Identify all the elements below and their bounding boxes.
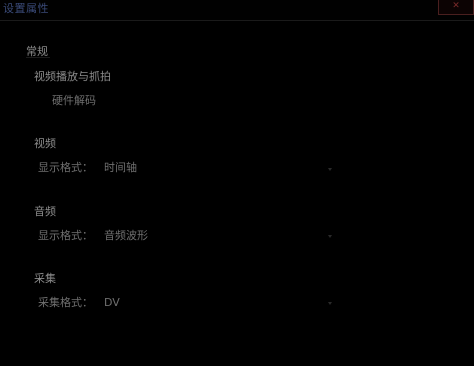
chevron-down-icon[interactable] — [328, 168, 332, 171]
video-display-format-select[interactable]: 显示格式： 时间轴 — [38, 160, 336, 176]
section-title-audio: 音频 — [34, 205, 56, 218]
record-format-value: DV — [104, 296, 120, 309]
chevron-down-icon[interactable] — [328, 235, 332, 238]
section-title-video-snapshot: 视频播放与抓拍 — [34, 70, 111, 83]
record-format-select[interactable]: 采集格式： DV — [38, 295, 336, 311]
close-icon: ✕ — [452, 1, 460, 11]
audio-display-format-select[interactable]: 显示格式： 音频波形 — [38, 228, 336, 244]
section-title-video: 视频 — [34, 137, 56, 150]
video-display-format-label: 显示格式： — [38, 161, 93, 174]
audio-display-format-label: 显示格式： — [38, 229, 93, 242]
video-display-format-value: 时间轴 — [104, 161, 137, 174]
close-button[interactable]: ✕ — [438, 0, 474, 15]
title-bar: 设置属性 ✕ — [0, 0, 474, 21]
window-title: 设置属性 — [3, 2, 49, 15]
hardware-decode-option[interactable]: 硬件解码 — [52, 94, 96, 108]
audio-display-format-value: 音频波形 — [104, 229, 148, 242]
chevron-down-icon[interactable] — [328, 302, 332, 305]
record-format-label: 采集格式： — [38, 296, 93, 309]
tab-general[interactable]: 常规 — [26, 40, 50, 58]
section-title-record: 采集 — [34, 272, 56, 285]
tab-underline — [26, 57, 50, 58]
